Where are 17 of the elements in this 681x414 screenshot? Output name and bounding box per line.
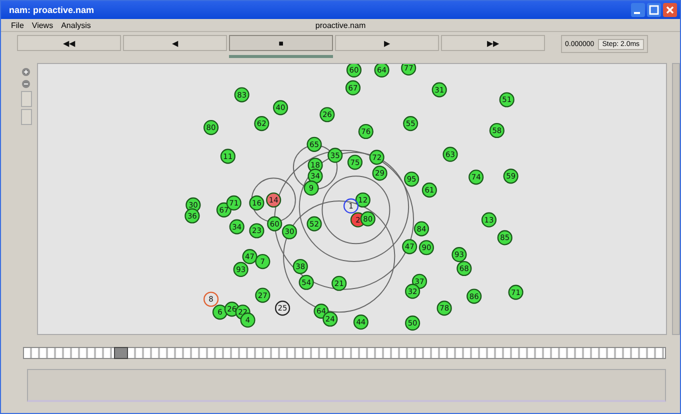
maximize-icon[interactable] xyxy=(647,3,661,17)
menu-item[interactable]: Views xyxy=(32,20,54,30)
file-name: proactive.nam xyxy=(314,20,367,30)
minimize-icon[interactable] xyxy=(631,3,645,17)
zoom-out-icon[interactable] xyxy=(21,79,31,89)
menu-item[interactable]: Analysis xyxy=(61,20,91,30)
playback-button[interactable]: ◀◀ xyxy=(17,35,121,51)
window-title: nam: proactive.nam xyxy=(9,5,96,15)
playback-button[interactable]: ▶▶ xyxy=(441,35,545,51)
slider-thumb[interactable] xyxy=(114,347,128,359)
playback-button[interactable]: ■ xyxy=(229,35,333,51)
close-icon[interactable] xyxy=(663,3,677,17)
scroll-bar[interactable] xyxy=(672,63,680,335)
zoom-in-icon[interactable] xyxy=(21,67,31,77)
playback-button[interactable]: ◀ xyxy=(123,35,227,51)
playback-button[interactable]: ▶ xyxy=(335,35,439,51)
menu-item[interactable]: File xyxy=(11,20,24,30)
